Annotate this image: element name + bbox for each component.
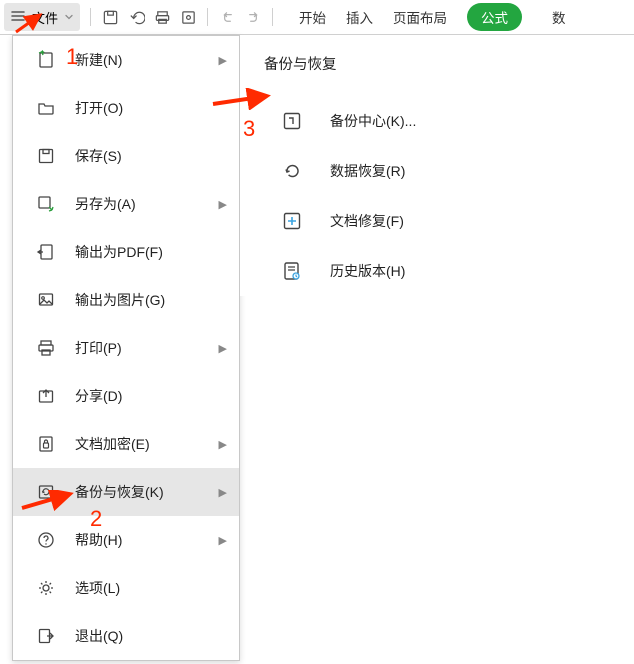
menu-item-open[interactable]: 打开(O) xyxy=(13,84,239,132)
menu-label: 保存(S) xyxy=(75,146,227,166)
help-icon xyxy=(33,530,59,550)
submenu-arrow-icon: ▶ xyxy=(219,54,227,67)
menu-label: 分享(D) xyxy=(75,386,227,406)
image-icon xyxy=(33,290,59,310)
tab-start[interactable]: 开始 xyxy=(299,7,326,27)
menu-item-help[interactable]: 帮助(H) ▶ xyxy=(13,516,239,564)
backup-submenu: 备份与恢复 备份中心(K)... 数据恢复(R) 文档修复(F) 历史版本(H) xyxy=(240,35,620,296)
new-file-icon: ✦ xyxy=(33,50,59,70)
file-menu-dropdown: ✦ 新建(N) ▶ 打开(O) 保存(S) 另存为(A) ▶ 输出为PDF(F)… xyxy=(12,35,240,661)
submenu-arrow-icon: ▶ xyxy=(219,486,227,499)
menu-label: 文档加密(E) xyxy=(75,434,219,454)
history-icon xyxy=(278,260,306,282)
menu-label: 输出为PDF(F) xyxy=(75,242,227,262)
submenu-label: 文档修复(F) xyxy=(330,211,404,231)
hamburger-icon xyxy=(10,8,26,27)
backup-icon xyxy=(33,482,59,502)
menu-item-saveas[interactable]: 另存为(A) ▶ xyxy=(13,180,239,228)
menu-item-encrypt[interactable]: 文档加密(E) ▶ xyxy=(13,420,239,468)
toolbar: 文件 开始 插入 页面布局 公式 数 xyxy=(0,0,634,35)
tab-layout[interactable]: 页面布局 xyxy=(393,7,447,27)
menu-item-exit[interactable]: 退出(Q) xyxy=(13,612,239,660)
menu-label: 打印(P) xyxy=(75,338,219,358)
file-menu-button[interactable]: 文件 xyxy=(4,3,80,31)
toolbar-separator xyxy=(90,8,91,26)
redo-arrow-icon[interactable] xyxy=(240,3,266,31)
submenu-label: 备份中心(K)... xyxy=(330,111,416,131)
file-menu-label: 文件 xyxy=(32,8,58,27)
save-icon xyxy=(33,146,59,166)
saveas-icon xyxy=(33,194,59,214)
tab-insert[interactable]: 插入 xyxy=(346,7,373,27)
menu-label: 另存为(A) xyxy=(75,194,219,214)
menu-item-share[interactable]: 分享(D) xyxy=(13,372,239,420)
menu-label: 新建(N) xyxy=(75,50,219,70)
exit-icon xyxy=(33,626,59,646)
share-icon xyxy=(33,386,59,406)
menu-label: 备份与恢复(K) xyxy=(75,482,219,502)
submenu-arrow-icon: ▶ xyxy=(219,342,227,355)
tab-more[interactable]: 数 xyxy=(552,7,566,27)
menu-item-save[interactable]: 保存(S) xyxy=(13,132,239,180)
submenu-arrow-icon: ▶ xyxy=(219,534,227,547)
backup-center-icon xyxy=(278,110,306,132)
data-recover-icon xyxy=(278,160,306,182)
doc-repair-icon xyxy=(278,210,306,232)
menu-item-print[interactable]: 打印(P) ▶ xyxy=(13,324,239,372)
submenu-arrow-icon: ▶ xyxy=(219,198,227,211)
submenu-arrow-icon: ▶ xyxy=(219,438,227,451)
submenu-label: 数据恢复(R) xyxy=(330,161,405,181)
menu-item-backup[interactable]: 备份与恢复(K) ▶ xyxy=(13,468,239,516)
toolbar-separator xyxy=(272,8,273,26)
undo-icon[interactable] xyxy=(123,3,149,31)
chevron-down-icon xyxy=(64,12,74,22)
submenu-item-datarecover[interactable]: 数据恢复(R) xyxy=(240,146,620,196)
pdf-icon xyxy=(33,242,59,262)
lock-icon xyxy=(33,434,59,454)
print-icon[interactable] xyxy=(149,3,175,31)
tab-formula[interactable]: 公式 xyxy=(467,3,522,31)
menu-item-options[interactable]: 选项(L) xyxy=(13,564,239,612)
submenu-title: 备份与恢复 xyxy=(264,53,620,74)
undo-arrow-icon[interactable] xyxy=(214,3,240,31)
submenu-item-backupcenter[interactable]: 备份中心(K)... xyxy=(240,96,620,146)
menu-label: 退出(Q) xyxy=(75,626,227,646)
toolbar-separator xyxy=(207,8,208,26)
ribbon-tabs: 开始 插入 页面布局 公式 数 xyxy=(299,0,566,34)
menu-label: 输出为图片(G) xyxy=(75,290,227,310)
submenu-label: 历史版本(H) xyxy=(330,261,405,281)
svg-text:✦: ✦ xyxy=(39,50,46,57)
menu-label: 选项(L) xyxy=(75,578,227,598)
menu-item-exportimg[interactable]: 输出为图片(G) xyxy=(13,276,239,324)
print-icon xyxy=(33,338,59,358)
save-icon[interactable] xyxy=(97,3,123,31)
menu-label: 帮助(H) xyxy=(75,530,219,550)
submenu-item-history[interactable]: 历史版本(H) xyxy=(240,246,620,296)
preview-icon[interactable] xyxy=(175,3,201,31)
gear-icon xyxy=(33,578,59,598)
menu-item-new[interactable]: ✦ 新建(N) ▶ xyxy=(13,36,239,84)
folder-open-icon xyxy=(33,98,59,118)
menu-label: 打开(O) xyxy=(75,98,227,118)
menu-item-exportpdf[interactable]: 输出为PDF(F) xyxy=(13,228,239,276)
submenu-item-docrepair[interactable]: 文档修复(F) xyxy=(240,196,620,246)
